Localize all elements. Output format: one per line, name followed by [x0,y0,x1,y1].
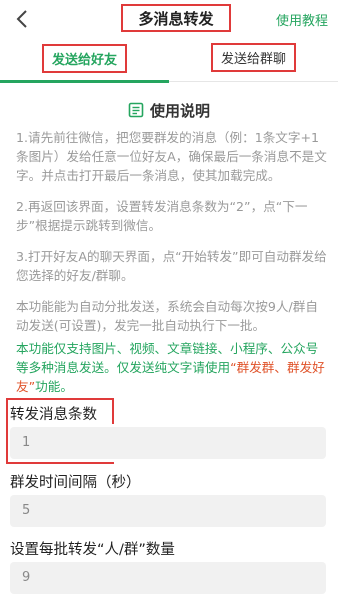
section-title: 使用说明 [149,101,210,120]
tab-send-to-groups[interactable]: 发送给群聊 [169,40,338,82]
send-interval-input[interactable]: 5 [10,495,326,527]
field-annotation-frame [6,398,8,464]
back-arrow-icon[interactable] [12,8,34,30]
batch-size-label: 设置每批转发“人/群”数量 [10,542,175,558]
title-annotation-box: 多消息转发 [121,4,231,32]
document-icon [128,102,144,118]
tab-annotation-box: 发送给好友 [41,43,127,73]
top-bar: 多消息转发 使用教程 [0,0,338,40]
instruction-step: 2.再返回该界面，设置转发消息条数为“2”，点“下一步”根据提示跳转到微信。 [16,199,308,233]
instruction-step: 1.请先前往微信，把您要群发的消息（例：1条文字+1条图片）发给任意一位好友A，… [16,130,327,183]
tab-bar: 发送给好友 发送给群聊 [0,40,338,83]
field-annotation-frame [6,462,114,464]
instruction-note: 本功能能为自动分批发送，系统会自动每次按9人/群自动发送(可设置)，发完一批自动… [16,299,318,333]
feature-notice: 本功能仅支持图片、视频、文章链接、小程序、公众号等多种消息发送。仅发送纯文字请使… [16,339,328,396]
active-tab-indicator [0,80,169,83]
tab-label: 发送给群聊 [220,51,286,67]
tab-label: 发送给好友 [51,52,117,68]
tab-send-to-friends[interactable]: 发送给好友 [0,40,169,83]
instructions-text: 1.请先前往微信，把您要群发的消息（例：1条文字+1条图片）发给任意一位好友A，… [16,128,328,347]
tab-annotation-box: 发送给群聊 [210,42,296,72]
notice-suffix: 功能。 [35,379,73,394]
instruction-step: 3.打开好友A的聊天界面，点“开始转发”即可自动群发给您选择的好友/群聊。 [16,249,327,283]
message-count-input[interactable]: 1 [10,427,326,459]
field-annotation-frame [112,398,114,424]
message-count-label: 转发消息条数 [10,407,97,423]
page-title: 多消息转发 [138,9,214,28]
send-interval-label: 群发时间间隔（秒） [10,475,141,491]
instructions-heading: 使用说明 [0,98,338,122]
tutorial-link[interactable]: 使用教程 [276,10,328,29]
batch-size-input[interactable]: 9 [10,562,326,594]
field-annotation-frame [6,398,114,400]
